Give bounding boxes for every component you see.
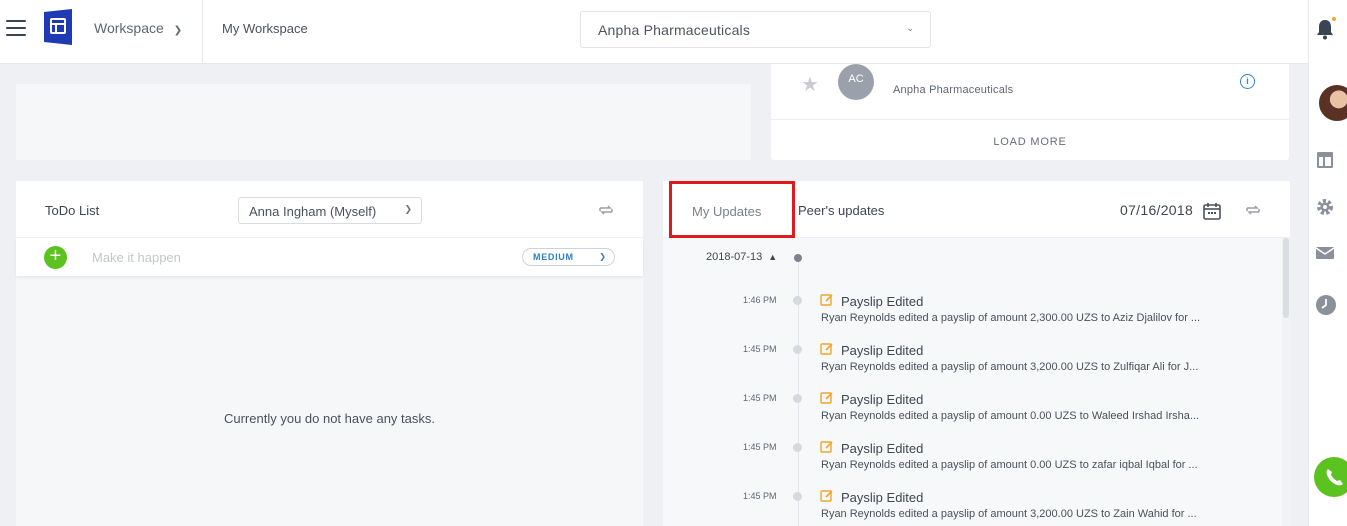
add-task-button[interactable]: + (44, 246, 67, 269)
organization-list-panel: ★ AC Anpha Pharmaceuticals i LOAD MORE (771, 64, 1289, 160)
entry-time: 1:45 PM (743, 491, 777, 501)
edit-icon (820, 343, 833, 355)
entry-time: 1:45 PM (743, 442, 777, 452)
scrollbar-thumb[interactable] (1283, 238, 1289, 318)
top-bar: Workspace ❯ My Workspace Anpha Pharmaceut… (0, 0, 1308, 64)
chevron-up-icon: ▲ (768, 252, 778, 262)
assignee-value: Anna Ingham (Myself) (249, 204, 377, 219)
feed-scrollbar[interactable] (1282, 238, 1290, 526)
edit-icon (820, 392, 833, 404)
star-icon[interactable]: ★ (801, 72, 819, 97)
refresh-icon[interactable] (597, 201, 615, 224)
new-task-input[interactable] (92, 247, 492, 267)
load-more-button[interactable]: LOAD MORE (771, 136, 1289, 148)
timeline-dot (793, 394, 802, 403)
top-left-panel (16, 84, 751, 160)
timeline-dot (794, 254, 802, 262)
timeline-dot (793, 345, 802, 354)
priority-value: MEDIUM (533, 252, 574, 262)
chevron-down-icon: ❯ (404, 204, 412, 214)
timeline-dot (793, 296, 802, 305)
organization-name[interactable]: Anpha Pharmaceuticals (893, 84, 1013, 96)
hamburger-icon[interactable] (6, 20, 26, 38)
divider (771, 119, 1289, 120)
entry-description: Ryan Reynolds edited a payslip of amount… (821, 410, 1200, 422)
avatar[interactable] (1317, 83, 1347, 123)
calendar-icon[interactable] (1202, 201, 1222, 226)
entry-description: Ryan Reynolds edited a payslip of amount… (821, 459, 1198, 471)
updates-header: My Updates Peer's updates 07/16/2018 (663, 181, 1290, 238)
entry-time: 1:45 PM (743, 393, 777, 403)
page-title: My Workspace (222, 21, 308, 36)
entry-title: Payslip Edited (841, 294, 924, 309)
entry-title: Payslip Edited (841, 392, 924, 407)
date-group-toggle[interactable]: 2018-07-13 ▲ (706, 251, 777, 263)
chevron-down-icon: ⌄ (906, 23, 914, 33)
company-select[interactable]: Anpha Pharmaceuticals ⌄ (580, 11, 931, 48)
gear-icon[interactable] (1315, 197, 1335, 222)
company-select-value: Anpha Pharmaceuticals (598, 22, 751, 38)
list-item[interactable]: 1:45 PM Payslip Edited Ryan Reynolds edi… (663, 439, 1282, 488)
workspace-logo[interactable] (42, 9, 74, 45)
header-divider (202, 0, 203, 64)
updates-date: 07/16/2018 (1120, 202, 1194, 218)
tab-my-updates-label: My Updates (692, 204, 762, 219)
entry-description: Ryan Reynolds edited a payslip of amount… (821, 361, 1199, 373)
todo-panel: ToDo List Anna Ingham (Myself) ❯ + MEDIU… (16, 181, 643, 526)
edit-icon (820, 441, 833, 453)
entry-title: Payslip Edited (841, 441, 924, 456)
new-task-row: + MEDIUM ❯ (16, 238, 643, 276)
entry-time: 1:46 PM (743, 295, 777, 305)
list-item[interactable]: 1:45 PM Payslip Edited Ryan Reynolds edi… (663, 488, 1282, 526)
entry-title: Payslip Edited (841, 490, 924, 505)
entry-time: 1:45 PM (743, 344, 777, 354)
entry-title: Payslip Edited (841, 343, 924, 358)
right-rail (1308, 0, 1347, 526)
updates-panel: My Updates Peer's updates 07/16/2018 201… (663, 181, 1290, 526)
todo-header: ToDo List Anna Ingham (Myself) ❯ (16, 181, 643, 238)
workspace-dropdown[interactable]: Workspace ❯ (94, 20, 182, 36)
chevron-down-icon: ❯ (599, 252, 606, 261)
entry-description: Ryan Reynolds edited a payslip of amount… (821, 508, 1197, 520)
chevron-down-icon: ❯ (173, 25, 183, 36)
workspace-dropdown-label: Workspace (94, 20, 164, 36)
organization-avatar: AC (838, 64, 874, 100)
tab-peers-updates[interactable]: Peer's updates (798, 203, 884, 218)
list-item[interactable]: 1:45 PM Payslip Edited Ryan Reynolds edi… (663, 390, 1282, 439)
updates-feed: 2018-07-13 ▲ 1:46 PM Payslip Edited Ryan … (663, 238, 1290, 526)
date-group-label: 2018-07-13 (706, 251, 763, 263)
edit-icon (820, 294, 833, 306)
phone-icon (1326, 469, 1343, 486)
list-item[interactable]: 1:45 PM Payslip Edited Ryan Reynolds edi… (663, 341, 1282, 390)
list-item[interactable]: 1:46 PM Payslip Edited Ryan Reynolds edi… (663, 292, 1282, 341)
todo-title: ToDo List (45, 203, 100, 218)
timeline-dot (793, 492, 802, 501)
mail-icon[interactable] (1315, 245, 1335, 266)
bell-icon[interactable] (1315, 16, 1337, 45)
empty-tasks-message: Currently you do not have any tasks. (223, 411, 435, 426)
entry-description: Ryan Reynolds edited a payslip of amount… (821, 312, 1201, 324)
edit-icon (820, 490, 833, 502)
tab-my-updates[interactable]: My Updates (669, 181, 795, 238)
phone-call-button[interactable] (1314, 457, 1347, 497)
notification-badge (1331, 16, 1337, 22)
timeline-dot (793, 443, 802, 452)
refresh-icon[interactable] (1244, 201, 1262, 224)
priority-select[interactable]: MEDIUM ❯ (522, 248, 615, 266)
dashboard-icon[interactable] (1315, 150, 1335, 175)
info-icon[interactable]: i (1240, 74, 1255, 89)
clock-icon[interactable] (1315, 294, 1337, 321)
assignee-select[interactable]: Anna Ingham (Myself) ❯ (238, 197, 422, 224)
